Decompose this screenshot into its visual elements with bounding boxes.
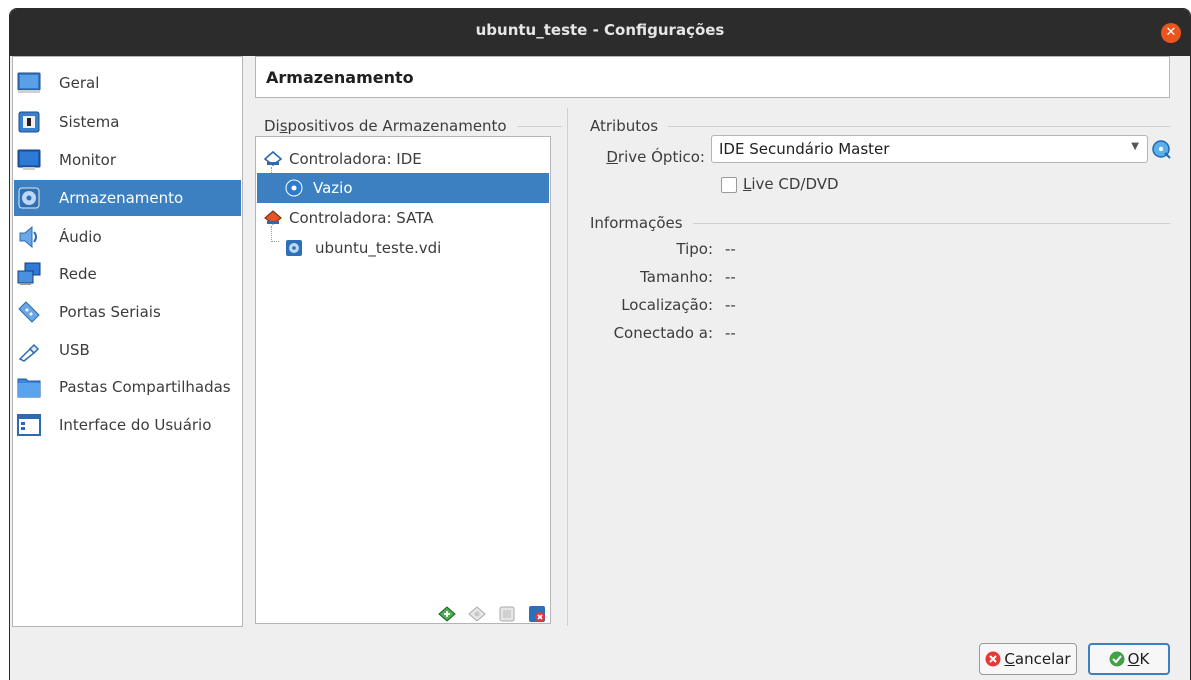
sidebar-item-user-interface[interactable]: Interface do Usuário [14, 407, 241, 443]
storage-devices-header: Dispositivos de Armazenamento [264, 117, 562, 135]
sidebar-item-label: Áudio [59, 228, 102, 246]
live-cd-label[interactable]: Live CD/DVD [743, 175, 839, 193]
remove-controller-icon[interactable] [527, 604, 547, 624]
sidebar-item-network[interactable]: Rede [14, 256, 241, 292]
general-icon [17, 72, 41, 93]
chevron-down-icon: ▼ [1131, 141, 1139, 152]
hard-disk-icon [286, 240, 302, 256]
live-cd-checkbox[interactable] [721, 177, 737, 193]
tree-item-empty-optical[interactable]: Vazio [257, 173, 549, 203]
sidebar-item-shared-folders[interactable]: Pastas Compartilhadas [14, 369, 241, 405]
sidebar-item-label: Rede [59, 265, 97, 283]
attributes-header-label: Atributos [590, 117, 659, 135]
tree-item-label: Vazio [313, 179, 353, 197]
user-interface-icon [17, 414, 41, 436]
info-location-value: -- [725, 296, 736, 314]
info-attached-label: Conectado a: [613, 324, 713, 342]
storage-tree[interactable]: Controladora: IDE Vazio Controladora: SA… [255, 136, 551, 624]
system-icon [18, 111, 40, 133]
optical-disc-icon [285, 179, 303, 197]
add-controller-icon[interactable] [437, 604, 457, 624]
ok-button-label: OK [1127, 650, 1150, 668]
panel-separator [567, 108, 568, 626]
tree-item-label: ubuntu_teste.vdi [315, 239, 442, 257]
optical-drive-select[interactable]: IDE Secundário Master ▼ [711, 135, 1148, 163]
attributes-header: Atributos [590, 117, 1170, 135]
tree-item-label: Controladora: SATA [289, 209, 434, 227]
sidebar-item-usb[interactable]: USB [14, 332, 241, 368]
shared-folders-icon [17, 378, 41, 398]
tree-item-ide-controller[interactable]: Controladora: IDE [257, 144, 549, 174]
info-type-label: Tipo: [676, 240, 713, 258]
sidebar-item-label: Sistema [59, 113, 120, 131]
sidebar-item-label: Geral [59, 74, 100, 92]
storage-icon [18, 187, 40, 209]
tree-item-label: Controladora: IDE [289, 150, 422, 168]
sidebar-item-label: Interface do Usuário [59, 416, 212, 434]
info-size-label: Tamanho: [640, 268, 713, 286]
optical-drive-value: IDE Secundário Master [719, 140, 890, 158]
ok-button[interactable]: OK [1088, 643, 1170, 675]
window-title: ubuntu_teste - Configurações [475, 21, 725, 39]
cancel-icon [985, 651, 1001, 667]
sidebar-item-display[interactable]: Monitor [14, 142, 241, 178]
info-type-value: -- [725, 240, 736, 258]
ide-controller-icon [264, 150, 282, 166]
settings-sidebar: Geral Sistema Monitor Armazenamento Áudi… [12, 56, 243, 627]
check-icon [1109, 651, 1125, 667]
choose-disk-icon[interactable] [1150, 138, 1172, 160]
optical-drive-label: Drive Óptico: [606, 148, 705, 166]
information-header-label: Informações [590, 214, 683, 232]
sidebar-item-label: Pastas Compartilhadas [59, 378, 231, 396]
storage-tree-toolbar [437, 604, 547, 624]
usb-icon [18, 343, 40, 362]
sidebar-item-label: USB [59, 341, 90, 359]
cancel-button[interactable]: Cancelar [979, 643, 1077, 675]
sidebar-item-storage[interactable]: Armazenamento [14, 180, 241, 216]
audio-icon [19, 225, 37, 249]
sidebar-item-label: Monitor [59, 151, 117, 169]
display-icon [17, 149, 41, 170]
sidebar-item-system[interactable]: Sistema [14, 104, 241, 140]
tree-item-sata-controller[interactable]: Controladora: SATA [257, 203, 549, 233]
serial-ports-icon [18, 301, 40, 323]
network-icon [17, 262, 41, 285]
storage-devices-header-label: Dispositivos de Armazenamento [264, 117, 507, 135]
close-icon: ✕ [1165, 25, 1177, 40]
sidebar-item-label: Portas Seriais [59, 303, 161, 321]
sidebar-item-label: Armazenamento [59, 189, 184, 207]
page-header: Armazenamento [255, 56, 1170, 98]
close-button[interactable]: ✕ [1161, 23, 1181, 43]
add-attachment-icon[interactable] [467, 604, 487, 624]
title-bar: ubuntu_teste - Configurações ✕ [10, 9, 1190, 56]
tree-item-hard-disk[interactable]: ubuntu_teste.vdi [257, 233, 549, 263]
sata-controller-icon [264, 210, 282, 225]
info-location-label: Localização: [621, 296, 713, 314]
page-title: Armazenamento [266, 68, 414, 87]
sidebar-item-serial-ports[interactable]: Portas Seriais [14, 294, 241, 330]
sidebar-item-audio[interactable]: Áudio [14, 219, 241, 255]
information-header: Informações [590, 214, 1170, 232]
info-size-value: -- [725, 268, 736, 286]
info-attached-value: -- [725, 324, 736, 342]
cancel-button-label: Cancelar [1004, 650, 1071, 668]
remove-attachment-icon[interactable] [497, 604, 517, 624]
sidebar-item-general[interactable]: Geral [14, 65, 241, 101]
